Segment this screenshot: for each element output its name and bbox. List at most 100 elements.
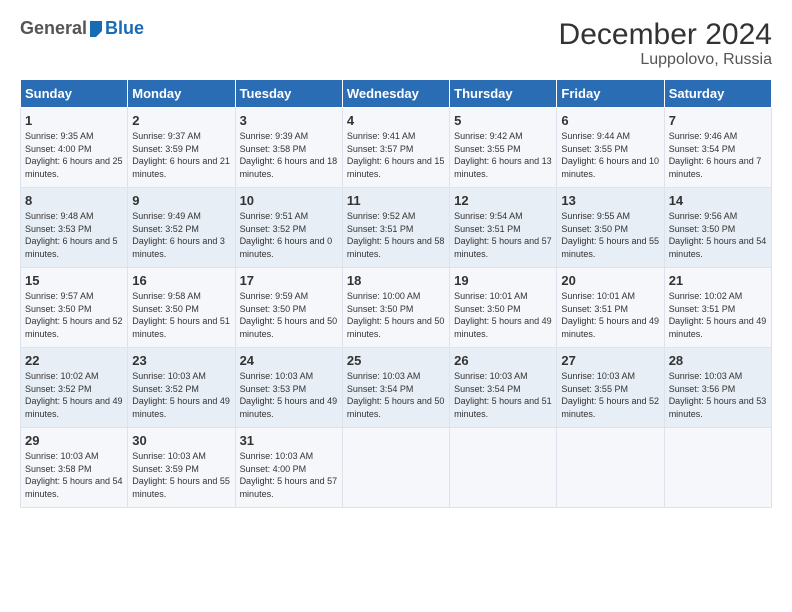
- day-number: 12: [454, 193, 552, 208]
- day-number: 19: [454, 273, 552, 288]
- calendar-cell: 10Sunrise: 9:51 AMSunset: 3:52 PMDayligh…: [235, 188, 342, 268]
- cell-info: Sunrise: 9:52 AMSunset: 3:51 PMDaylight:…: [347, 211, 445, 259]
- calendar-table: SundayMondayTuesdayWednesdayThursdayFrid…: [20, 79, 772, 508]
- cell-info: Sunrise: 9:46 AMSunset: 3:54 PMDaylight:…: [669, 131, 762, 179]
- calendar-cell: [664, 428, 771, 508]
- page-subtitle: Luppolovo, Russia: [559, 51, 772, 69]
- cell-info: Sunrise: 10:03 AMSunset: 3:52 PMDaylight…: [132, 371, 230, 419]
- col-header-sunday: Sunday: [21, 80, 128, 108]
- calendar-cell: 5 Sunrise: 9:42 AMSunset: 3:55 PMDaylight…: [450, 108, 557, 188]
- calendar-cell: 13 Sunrise: 9:55 AMSunset: 3:50 PMDayligh…: [557, 188, 664, 268]
- cell-info: Sunrise: 10:02 AMSunset: 3:51 PMDaylight…: [669, 291, 767, 339]
- calendar-cell: 2Sunrise: 9:37 AMSunset: 3:59 PMDaylight…: [128, 108, 235, 188]
- day-number: 6: [561, 113, 659, 128]
- cell-info: Sunrise: 9:55 AMSunset: 3:50 PMDaylight:…: [561, 211, 659, 259]
- day-number: 11: [347, 193, 445, 208]
- cell-info: Sunrise: 9:42 AMSunset: 3:55 PMDaylight:…: [454, 131, 552, 179]
- cell-info: Sunrise: 9:58 AMSunset: 3:50 PMDaylight:…: [132, 291, 230, 339]
- calendar-cell: 15 Sunrise: 9:57 AMSunset: 3:50 PMDayligh…: [21, 268, 128, 348]
- logo-general: General: [20, 18, 87, 39]
- logo-flag-icon: [88, 21, 104, 37]
- calendar-cell: 22 Sunrise: 10:02 AMSunset: 3:52 PMDaylig…: [21, 348, 128, 428]
- day-number: 17: [240, 273, 338, 288]
- calendar-cell: 31Sunrise: 10:03 AMSunset: 4:00 PMDaylig…: [235, 428, 342, 508]
- cell-info: Sunrise: 10:03 AMSunset: 3:53 PMDaylight…: [240, 371, 338, 419]
- cell-info: Sunrise: 10:01 AMSunset: 3:50 PMDaylight…: [454, 291, 552, 339]
- calendar-cell: 28 Sunrise: 10:03 AMSunset: 3:56 PMDaylig…: [664, 348, 771, 428]
- day-number: 7: [669, 113, 767, 128]
- day-number: 8: [25, 193, 123, 208]
- calendar-cell: [557, 428, 664, 508]
- calendar-cell: 27 Sunrise: 10:03 AMSunset: 3:55 PMDaylig…: [557, 348, 664, 428]
- calendar-cell: 11 Sunrise: 9:52 AMSunset: 3:51 PMDayligh…: [342, 188, 449, 268]
- calendar-cell: 7 Sunrise: 9:46 AMSunset: 3:54 PMDaylight…: [664, 108, 771, 188]
- cell-info: Sunrise: 10:03 AMSunset: 3:59 PMDaylight…: [132, 451, 230, 499]
- calendar-cell: 17 Sunrise: 9:59 AMSunset: 3:50 PMDayligh…: [235, 268, 342, 348]
- day-number: 22: [25, 353, 123, 368]
- day-number: 18: [347, 273, 445, 288]
- cell-info: Sunrise: 10:02 AMSunset: 3:52 PMDaylight…: [25, 371, 123, 419]
- cell-info: Sunrise: 10:03 AMSunset: 3:56 PMDaylight…: [669, 371, 767, 419]
- calendar-cell: [342, 428, 449, 508]
- col-header-tuesday: Tuesday: [235, 80, 342, 108]
- header: General Blue December 2024 Luppolovo, Ru…: [20, 18, 772, 69]
- day-number: 23: [132, 353, 230, 368]
- calendar-cell: 1Sunrise: 9:35 AMSunset: 4:00 PMDaylight…: [21, 108, 128, 188]
- week-row-3: 15 Sunrise: 9:57 AMSunset: 3:50 PMDayligh…: [21, 268, 772, 348]
- calendar-cell: 26 Sunrise: 10:03 AMSunset: 3:54 PMDaylig…: [450, 348, 557, 428]
- cell-info: Sunrise: 9:51 AMSunset: 3:52 PMDaylight:…: [240, 211, 333, 259]
- week-row-1: 1Sunrise: 9:35 AMSunset: 4:00 PMDaylight…: [21, 108, 772, 188]
- day-number: 24: [240, 353, 338, 368]
- day-number: 26: [454, 353, 552, 368]
- cell-info: Sunrise: 9:39 AMSunset: 3:58 PMDaylight:…: [240, 131, 338, 179]
- calendar-cell: 3Sunrise: 9:39 AMSunset: 3:58 PMDaylight…: [235, 108, 342, 188]
- cell-info: Sunrise: 9:48 AMSunset: 3:53 PMDaylight:…: [25, 211, 118, 259]
- page: General Blue December 2024 Luppolovo, Ru…: [0, 0, 792, 518]
- calendar-cell: 16 Sunrise: 9:58 AMSunset: 3:50 PMDayligh…: [128, 268, 235, 348]
- day-number: 27: [561, 353, 659, 368]
- calendar-cell: 4 Sunrise: 9:41 AMSunset: 3:57 PMDaylight…: [342, 108, 449, 188]
- calendar-cell: [450, 428, 557, 508]
- week-row-4: 22 Sunrise: 10:02 AMSunset: 3:52 PMDaylig…: [21, 348, 772, 428]
- day-number: 4: [347, 113, 445, 128]
- day-number: 28: [669, 353, 767, 368]
- cell-info: Sunrise: 9:37 AMSunset: 3:59 PMDaylight:…: [132, 131, 230, 179]
- calendar-cell: 29 Sunrise: 10:03 AMSunset: 3:58 PMDaylig…: [21, 428, 128, 508]
- cell-info: Sunrise: 10:03 AMSunset: 3:55 PMDaylight…: [561, 371, 659, 419]
- cell-info: Sunrise: 10:03 AMSunset: 4:00 PMDaylight…: [240, 451, 338, 499]
- day-number: 16: [132, 273, 230, 288]
- calendar-cell: 20Sunrise: 10:01 AMSunset: 3:51 PMDaylig…: [557, 268, 664, 348]
- cell-info: Sunrise: 10:03 AMSunset: 3:54 PMDaylight…: [454, 371, 552, 419]
- logo: General Blue: [20, 18, 144, 39]
- day-number: 29: [25, 433, 123, 448]
- cell-info: Sunrise: 9:57 AMSunset: 3:50 PMDaylight:…: [25, 291, 123, 339]
- day-number: 30: [132, 433, 230, 448]
- title-area: December 2024 Luppolovo, Russia: [559, 18, 772, 69]
- cell-info: Sunrise: 9:54 AMSunset: 3:51 PMDaylight:…: [454, 211, 552, 259]
- calendar-cell: 14Sunrise: 9:56 AMSunset: 3:50 PMDayligh…: [664, 188, 771, 268]
- day-number: 13: [561, 193, 659, 208]
- cell-info: Sunrise: 9:56 AMSunset: 3:50 PMDaylight:…: [669, 211, 767, 259]
- day-number: 21: [669, 273, 767, 288]
- calendar-cell: 30 Sunrise: 10:03 AMSunset: 3:59 PMDaylig…: [128, 428, 235, 508]
- cell-info: Sunrise: 9:59 AMSunset: 3:50 PMDaylight:…: [240, 291, 338, 339]
- calendar-cell: 21 Sunrise: 10:02 AMSunset: 3:51 PMDaylig…: [664, 268, 771, 348]
- col-header-thursday: Thursday: [450, 80, 557, 108]
- day-number: 5: [454, 113, 552, 128]
- calendar-cell: 8 Sunrise: 9:48 AMSunset: 3:53 PMDaylight…: [21, 188, 128, 268]
- day-number: 15: [25, 273, 123, 288]
- cell-info: Sunrise: 9:41 AMSunset: 3:57 PMDaylight:…: [347, 131, 445, 179]
- calendar-cell: 24 Sunrise: 10:03 AMSunset: 3:53 PMDaylig…: [235, 348, 342, 428]
- week-row-2: 8 Sunrise: 9:48 AMSunset: 3:53 PMDaylight…: [21, 188, 772, 268]
- cell-info: Sunrise: 9:49 AMSunset: 3:52 PMDaylight:…: [132, 211, 225, 259]
- col-header-saturday: Saturday: [664, 80, 771, 108]
- calendar-cell: 9Sunrise: 9:49 AMSunset: 3:52 PMDaylight…: [128, 188, 235, 268]
- calendar-cell: 6Sunrise: 9:44 AMSunset: 3:55 PMDaylight…: [557, 108, 664, 188]
- cell-info: Sunrise: 10:00 AMSunset: 3:50 PMDaylight…: [347, 291, 445, 339]
- day-number: 20: [561, 273, 659, 288]
- day-number: 1: [25, 113, 123, 128]
- page-title: December 2024: [559, 18, 772, 51]
- calendar-cell: 25Sunrise: 10:03 AMSunset: 3:54 PMDaylig…: [342, 348, 449, 428]
- cell-info: Sunrise: 10:03 AMSunset: 3:58 PMDaylight…: [25, 451, 123, 499]
- day-number: 25: [347, 353, 445, 368]
